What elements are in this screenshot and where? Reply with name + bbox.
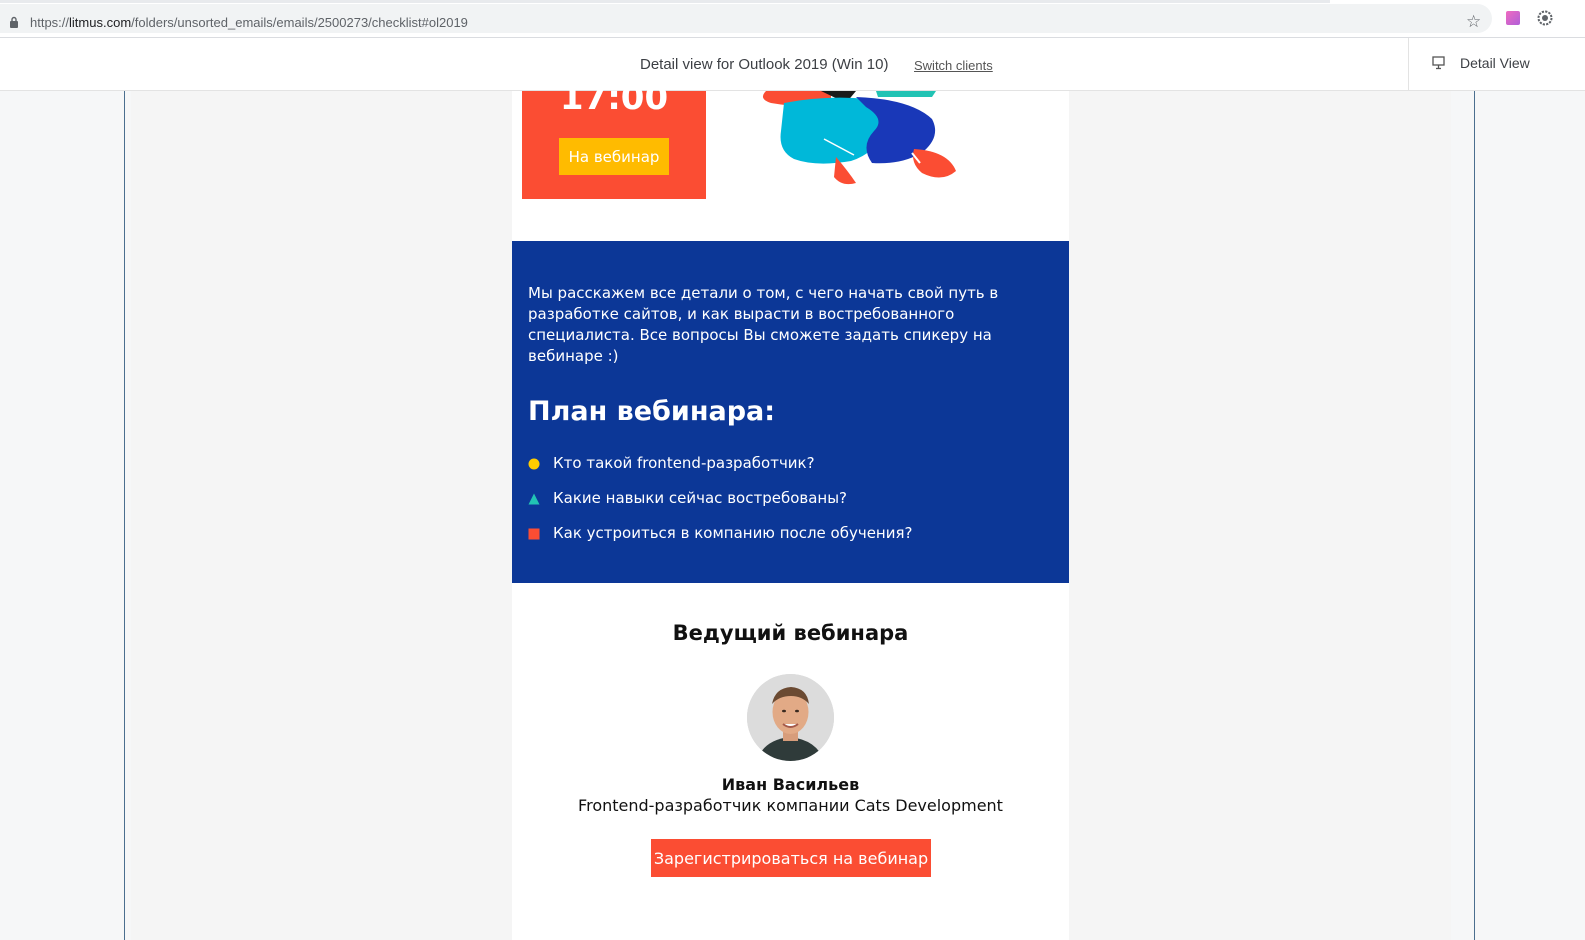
square-bullet-icon bbox=[528, 528, 540, 540]
illustration-person-image bbox=[762, 91, 956, 185]
url-prefix: https:// bbox=[30, 15, 70, 30]
lock-icon bbox=[10, 16, 18, 28]
url-host: litmus.com bbox=[69, 15, 132, 30]
detail-view-label: Detail View bbox=[1460, 55, 1530, 71]
plan-item-text: Кто такой frontend-разработчик? bbox=[553, 454, 815, 472]
star-icon[interactable]: ☆ bbox=[1466, 13, 1481, 31]
header-divider bbox=[1408, 38, 1409, 92]
url-text[interactable]: https://litmus.com/folders/unsorted_emai… bbox=[30, 15, 468, 30]
circle-bullet-shape bbox=[528, 458, 540, 470]
address-bar: https://litmus.com/folders/unsorted_emai… bbox=[0, 0, 1585, 37]
plan-item-text: Какие навыки сейчас востребованы? bbox=[553, 489, 848, 507]
square-bullet-shape bbox=[528, 528, 540, 540]
plan-item: Какие навыки сейчас востребованы? bbox=[528, 489, 912, 524]
browser-window: https://litmus.com/folders/unsorted_emai… bbox=[0, 0, 1585, 940]
avatar bbox=[747, 674, 834, 761]
plan-item: Кто такой frontend-разработчик? bbox=[528, 454, 912, 489]
settings-extension-icon[interactable] bbox=[1537, 10, 1553, 26]
triangle-bullet-shape bbox=[528, 493, 540, 505]
webinar-time: 17:00 bbox=[559, 78, 669, 118]
plan-list: Кто такой frontend-разработчик? Какие на… bbox=[528, 454, 912, 559]
plan-item: Как устроиться в компанию после обучения… bbox=[528, 524, 912, 559]
plan-title: План вебинара: bbox=[528, 396, 776, 427]
detail-view-button[interactable]: Detail View bbox=[1432, 55, 1530, 71]
email-body: 17:00 На вебинар Мы расскажем все детали… bbox=[512, 78, 1069, 940]
loading-bar bbox=[0, 0, 1330, 3]
monitor-icon bbox=[1432, 56, 1445, 70]
host-section-title: Ведущий вебинара bbox=[672, 621, 909, 645]
client-title: Detail view for Outlook 2019 (Win 10) bbox=[640, 56, 889, 73]
time-card: 17:00 На вебинар bbox=[522, 78, 706, 199]
host-role: Frontend-разработчик компании Cats Devel… bbox=[578, 796, 1003, 815]
frame-border-right bbox=[1474, 91, 1475, 940]
webinar-info-panel: Мы расскажем все детали о том, с чего на… bbox=[512, 241, 1069, 583]
preview-stage: 17:00 На вебинар Мы расскажем все детали… bbox=[0, 78, 1585, 940]
litmus-header: Detail view for Outlook 2019 (Win 10) Sw… bbox=[0, 37, 1585, 92]
switch-clients-link[interactable]: Switch clients bbox=[914, 58, 993, 73]
omnibox[interactable]: https://litmus.com/folders/unsorted_emai… bbox=[0, 4, 1492, 33]
host-name: Иван Васильев bbox=[721, 775, 860, 794]
triangle-bullet-icon bbox=[528, 493, 540, 505]
extension-icon[interactable] bbox=[1506, 11, 1520, 25]
plan-item-text: Как устроиться в компанию после обучения… bbox=[553, 524, 913, 542]
to-webinar-button[interactable]: На вебинар bbox=[559, 138, 669, 175]
frame-border-left bbox=[124, 91, 125, 940]
url-path: /folders/unsorted_emails/emails/2500273/… bbox=[131, 15, 468, 30]
intro-text: Мы расскажем все детали о том, с чего на… bbox=[528, 284, 999, 365]
register-button[interactable]: Зарегистрироваться на вебинар bbox=[651, 839, 931, 877]
circle-bullet-icon bbox=[528, 458, 540, 470]
